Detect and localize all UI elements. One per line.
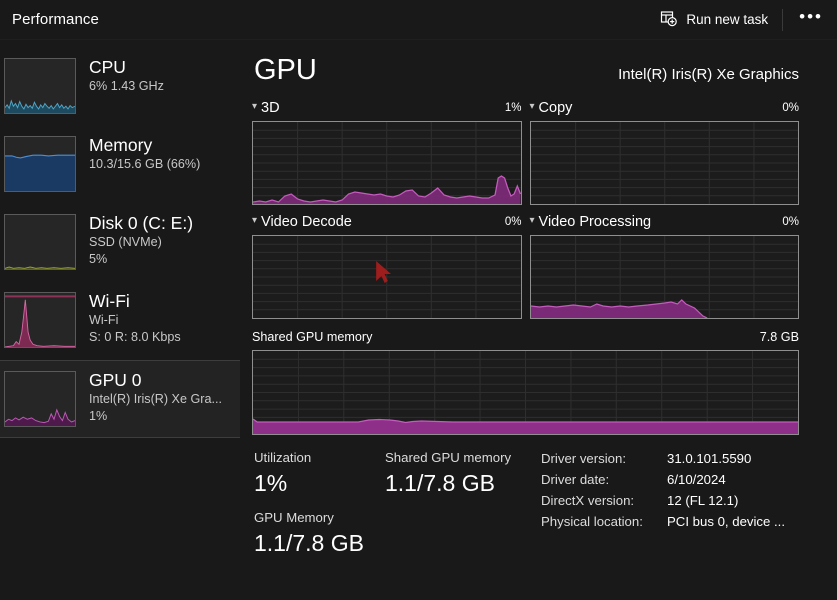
sidebar-item-wifi[interactable]: Wi-Fi Wi-Fi S: 0 R: 8.0 Kbps xyxy=(0,282,240,360)
engine-percent: 0% xyxy=(504,216,522,228)
engine-percent: 0% xyxy=(782,216,799,228)
engine-label: Video Decode xyxy=(261,214,352,230)
sidebar-item-name: Wi-Fi xyxy=(89,291,130,311)
utilization-label: Utilization xyxy=(254,450,312,465)
sidebar-item-text: CPU 6% 1.43 GHz xyxy=(89,54,164,95)
sidebar-item-sub1: 10.3/15.6 GB (66%) xyxy=(89,157,201,171)
info-value: 31.0.101.5590 xyxy=(667,451,752,466)
gpu-memory-label: GPU Memory xyxy=(254,510,334,525)
gpu-mini-graph xyxy=(4,371,76,427)
sidebar-item-sub1: SSD (NVMe) xyxy=(89,235,162,249)
memory-mini-graph xyxy=(4,136,76,192)
new-task-icon xyxy=(660,10,678,30)
gpu-info-table: Driver version: 31.0.101.5590 Driver dat… xyxy=(541,448,785,559)
stat-spacer xyxy=(254,499,385,508)
content-area: CPU 6% 1.43 GHz Memory 10.3/15.6 GB (66%… xyxy=(0,40,837,600)
shared-memory-label: Shared GPU memory xyxy=(252,330,373,344)
shared-memory-max: 7.8 GB xyxy=(759,330,799,344)
engine-cell-video-processing: ▾ Video Processing 0% xyxy=(529,212,800,319)
sidebar-item-text: Disk 0 (C: E:) SSD (NVMe) 5% xyxy=(89,210,193,268)
sidebar-item-text: Wi-Fi Wi-Fi S: 0 R: 8.0 Kbps xyxy=(89,288,181,346)
engine-graph-video-processing xyxy=(529,235,799,319)
engine-percent: 1% xyxy=(504,102,522,114)
more-options-button[interactable]: ••• xyxy=(785,8,837,32)
info-key: Driver version: xyxy=(541,451,627,466)
info-row: Driver date: 6/10/2024 xyxy=(541,469,785,490)
info-row: Physical location: PCI bus 0, device ... xyxy=(541,511,785,532)
sidebar-item-memory[interactable]: Memory 10.3/15.6 GB (66%) xyxy=(0,126,240,204)
info-key: Driver date: xyxy=(541,472,610,487)
engine-cell-3d: ▾ 3D 1% xyxy=(252,98,522,205)
engine-header-video-processing[interactable]: ▾ Video Processing 0% xyxy=(530,212,800,232)
engine-graph-copy xyxy=(529,121,799,205)
engine-graph-row-2: ▾ Video Decode 0% ▾ Video Processing 0% xyxy=(252,212,799,319)
shared-memory-stat-value: 1.1/7.8 GB xyxy=(385,470,495,496)
toolbar-divider xyxy=(782,8,784,31)
engine-cell-copy: ▾ Copy 0% xyxy=(529,98,800,205)
sidebar-item-cpu[interactable]: CPU 6% 1.43 GHz xyxy=(0,48,240,126)
gpu-memory-value: 1.1/7.8 GB xyxy=(254,530,364,556)
chevron-down-icon[interactable]: ▾ xyxy=(252,216,257,226)
sidebar-item-sub1: 6% 1.43 GHz xyxy=(89,79,164,93)
sidebar-item-sub2: 5% xyxy=(89,252,108,266)
engine-graph-video-decode xyxy=(252,235,522,319)
sidebar-item-disk0[interactable]: Disk 0 (C: E:) SSD (NVMe) 5% xyxy=(0,204,240,282)
chevron-down-icon[interactable]: ▾ xyxy=(252,102,257,112)
info-row: Driver version: 31.0.101.5590 xyxy=(541,448,785,469)
engine-label: 3D xyxy=(261,100,280,116)
title-bar: Performance Run new task ••• xyxy=(0,0,837,40)
engine-header-3d[interactable]: ▾ 3D 1% xyxy=(252,98,522,118)
info-key: DirectX version: xyxy=(541,493,635,508)
engine-percent: 0% xyxy=(782,102,799,114)
gpu-header: GPU Intel(R) Iris(R) Xe Graphics xyxy=(252,52,799,88)
sidebar-item-text: GPU 0 Intel(R) Iris(R) Xe Gra... 1% xyxy=(89,367,222,425)
sidebar-item-name: Disk 0 (C: E:) xyxy=(89,213,194,233)
disk-mini-graph xyxy=(4,214,76,270)
sidebar-item-sub1: Intel(R) Iris(R) Xe Gra... xyxy=(89,392,222,406)
engine-header-copy[interactable]: ▾ Copy 0% xyxy=(530,98,800,118)
sidebar-item-text: Memory 10.3/15.6 GB (66%) xyxy=(89,132,200,173)
mouse-cursor-icon xyxy=(376,261,391,283)
gpu-title: GPU xyxy=(254,54,317,86)
shared-memory-section: Shared GPU memory 7.8 GB xyxy=(252,327,799,435)
gpu-detail-panel: GPU Intel(R) Iris(R) Xe Graphics ▾ 3D 1% xyxy=(240,40,837,600)
sidebar-item-sub2: S: 0 R: 8.0 Kbps xyxy=(89,330,181,344)
shared-memory-header: Shared GPU memory 7.8 GB xyxy=(252,327,799,347)
stats-col-left: Utilization 1% GPU Memory 1.1/7.8 GB xyxy=(254,448,385,559)
engine-graph-3d xyxy=(252,121,522,205)
run-new-task-button[interactable]: Run new task xyxy=(648,4,780,36)
run-new-task-label: Run new task xyxy=(686,12,769,27)
shared-memory-graph xyxy=(252,350,799,435)
engine-label: Video Processing xyxy=(538,214,652,230)
title-bar-actions: Run new task ••• xyxy=(648,0,837,39)
shared-memory-stat-label: Shared GPU memory xyxy=(385,450,512,465)
engine-graph-row-1: ▾ 3D 1% ▾ Copy 0% xyxy=(252,98,799,205)
chevron-down-icon[interactable]: ▾ xyxy=(530,102,535,112)
wifi-mini-graph xyxy=(4,292,76,348)
engine-cell-video-decode: ▾ Video Decode 0% xyxy=(252,212,522,319)
sidebar-item-name: CPU xyxy=(89,57,126,77)
cpu-mini-graph xyxy=(4,58,76,114)
sidebar-item-name: GPU 0 xyxy=(89,370,142,390)
info-value: PCI bus 0, device ... xyxy=(667,514,786,529)
gpu-device-name: Intel(R) Iris(R) Xe Graphics xyxy=(618,66,799,83)
engine-header-video-decode[interactable]: ▾ Video Decode 0% xyxy=(252,212,522,232)
utilization-value: 1% xyxy=(254,470,288,496)
info-value: 12 (FL 12.1) xyxy=(667,493,739,508)
sidebar-item-sub1: Wi-Fi xyxy=(89,313,119,327)
info-row: DirectX version: 12 (FL 12.1) xyxy=(541,490,785,511)
chevron-down-icon[interactable]: ▾ xyxy=(530,216,535,226)
info-key: Physical location: xyxy=(541,514,643,529)
sidebar-item-sub2: 1% xyxy=(89,409,108,423)
sidebar-item-name: Memory xyxy=(89,135,153,155)
info-value: 6/10/2024 xyxy=(667,472,726,487)
stats-col-middle: Shared GPU memory 1.1/7.8 GB xyxy=(385,448,533,559)
sidebar: CPU 6% 1.43 GHz Memory 10.3/15.6 GB (66%… xyxy=(0,40,240,600)
page-title: Performance xyxy=(12,11,99,28)
gpu-stats: Utilization 1% GPU Memory 1.1/7.8 GB Sha… xyxy=(252,448,799,559)
engine-label: Copy xyxy=(538,100,573,116)
sidebar-item-gpu0[interactable]: GPU 0 Intel(R) Iris(R) Xe Gra... 1% xyxy=(0,360,240,438)
